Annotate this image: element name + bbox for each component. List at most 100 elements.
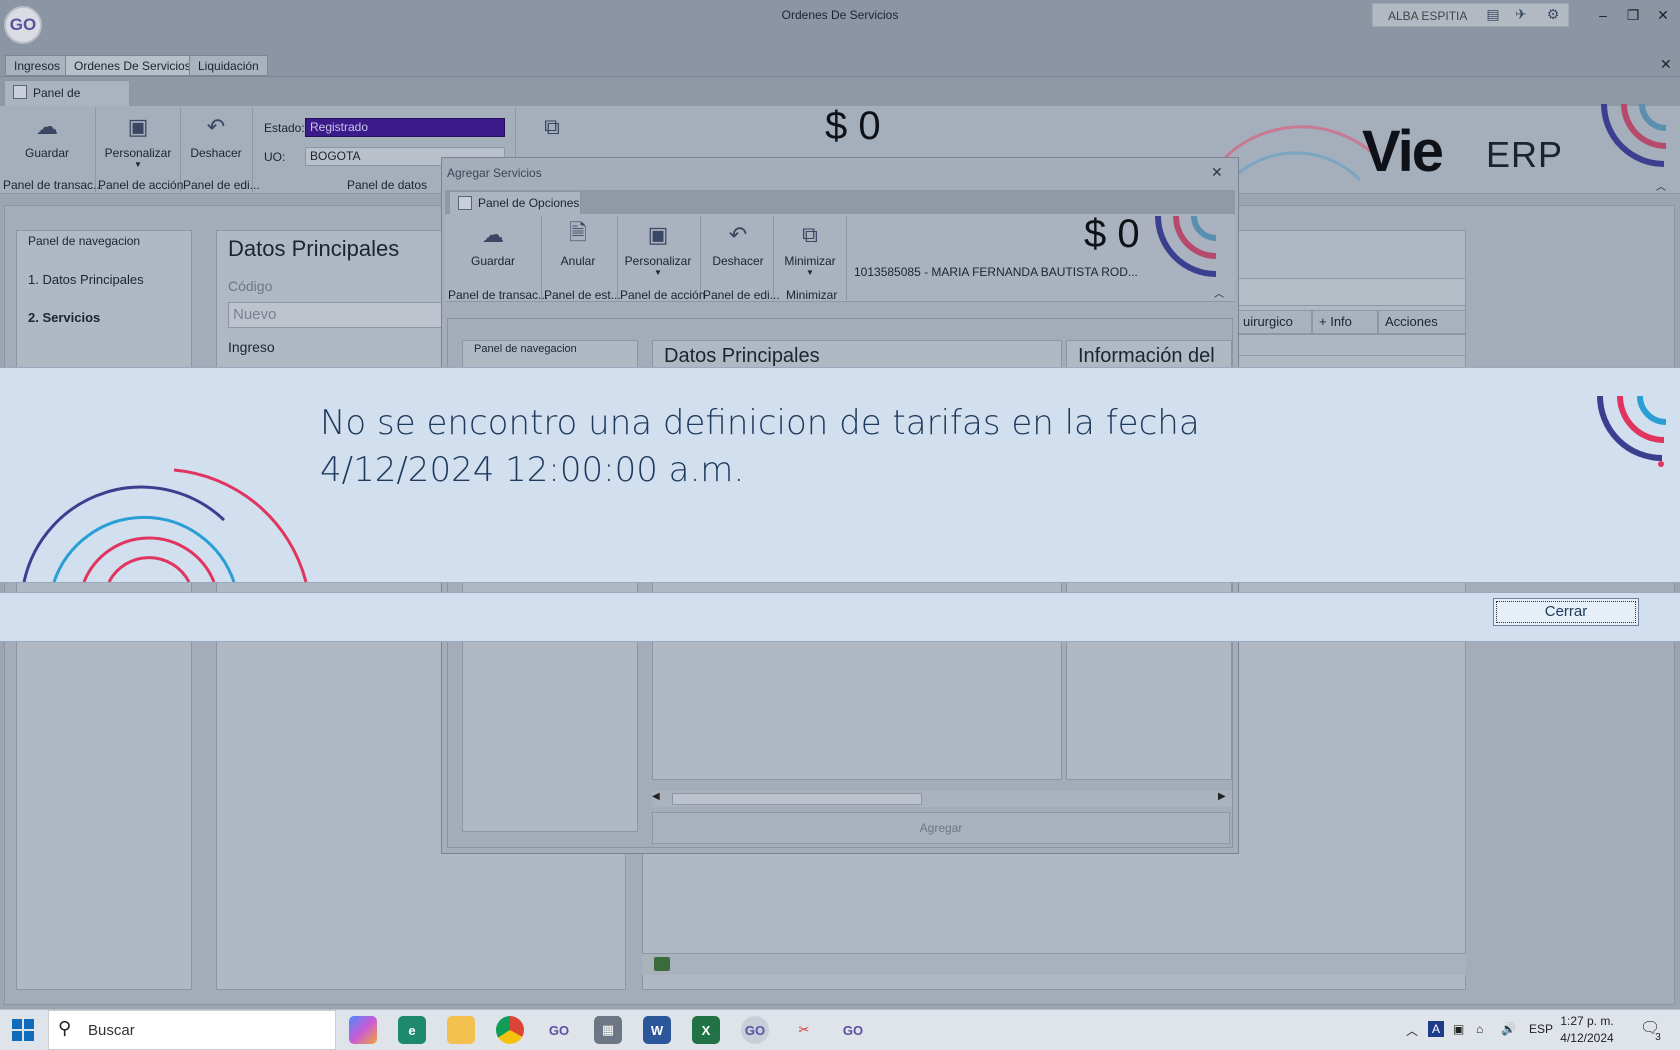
dialog-group-label-edicion: Panel de edi...: [703, 288, 780, 302]
grid-header-acciones[interactable]: Acciones: [1378, 310, 1466, 334]
collapse-ribbon-icon[interactable]: ︿: [1214, 285, 1224, 300]
minimize-panel-icon: ⧉: [544, 114, 560, 139]
input-indicator-icon[interactable]: A: [1428, 1021, 1444, 1037]
dialog-group-label-transac: Panel de transac...: [448, 288, 549, 302]
customize-icon: ▣: [647, 222, 669, 247]
edge-browser-icon[interactable]: e: [398, 1016, 426, 1044]
chevron-down-icon: ▼: [806, 268, 814, 277]
nav-item-datos-principales[interactable]: 1. Datos Principales: [28, 272, 144, 287]
guardar-button[interactable]: ☁ Guardar: [16, 110, 78, 160]
nav-item-servicios[interactable]: 2. Servicios: [28, 310, 100, 325]
dialog-group-label-estado: Panel de est...: [544, 288, 621, 302]
agregar-button[interactable]: Agregar: [652, 812, 1230, 844]
cloud-upload-icon: ☁: [36, 114, 58, 139]
ingreso-label: Ingreso: [228, 339, 275, 355]
network-icon[interactable]: ⌂: [1476, 1022, 1483, 1036]
tab-liquidacion[interactable]: Liquidación: [189, 55, 268, 76]
dialog-group-label-minimizar: Minimizar: [786, 288, 838, 302]
brand-suffix: ERP: [1486, 134, 1564, 175]
close-document-icon[interactable]: ✕: [1660, 56, 1672, 73]
dialog-deshacer-button[interactable]: ↶ Deshacer: [708, 218, 768, 268]
brand-mark-icon: [1155, 216, 1217, 277]
minimizar-button[interactable]: ⧉: [520, 110, 584, 146]
tab-ordenes-de-servicios[interactable]: Ordenes De Servicios: [65, 55, 200, 76]
dialog-minimizar-button[interactable]: ⧉ Minimizar ▼: [778, 218, 842, 277]
dialog-section-title: Datos Principales: [664, 345, 820, 367]
search-placeholder: Buscar: [88, 1022, 135, 1039]
show-hidden-icons[interactable]: ︿: [1406, 1022, 1418, 1039]
word-icon[interactable]: W: [643, 1016, 671, 1044]
message-button-bar: [0, 592, 1680, 642]
dialog-total-amount: $ 0: [1084, 212, 1140, 256]
dialog-info-title: Información del: [1078, 345, 1215, 367]
ribbon-tab-bar: [0, 76, 1680, 106]
patient-info: 1013585085 - MARIA FERNANDA BAUTISTA ROD…: [854, 265, 1138, 279]
excel-export-icon[interactable]: [654, 957, 670, 971]
volume-icon[interactable]: 🔊: [1501, 1022, 1516, 1036]
undo-icon: ↶: [728, 222, 748, 247]
tab-ingresos[interactable]: Ingresos: [5, 55, 70, 76]
total-amount: $ 0: [825, 104, 881, 148]
codigo-label: Código: [228, 278, 273, 294]
copilot-icon[interactable]: [349, 1016, 377, 1044]
codigo-input[interactable]: Nuevo: [228, 302, 448, 328]
collapse-ribbon-icon[interactable]: ︿: [1656, 178, 1666, 193]
language-indicator[interactable]: ESP: [1529, 1022, 1553, 1036]
brand-mark-icon: [1597, 396, 1667, 467]
chevron-down-icon: ▼: [134, 160, 142, 169]
dialog-title: Agregar Servicios: [447, 166, 542, 180]
error-message-text: No se encontro una definicion de tarifas…: [320, 403, 1200, 490]
chrome-icon[interactable]: [496, 1016, 524, 1044]
grid-filter-row[interactable]: [1236, 334, 1466, 356]
calculator-icon[interactable]: ▦: [594, 1016, 622, 1044]
file-explorer-icon[interactable]: [447, 1016, 475, 1044]
grid-header-quirurgico[interactable]: uirurgico: [1236, 310, 1312, 334]
snipping-tool-icon[interactable]: ✂: [790, 1016, 818, 1044]
chevron-down-icon: ▼: [654, 268, 662, 277]
group-label-accion: Panel de acción: [98, 178, 184, 192]
horizontal-scrollbar[interactable]: ◀ ▶: [652, 791, 1232, 807]
meeting-icon[interactable]: ▣: [1453, 1022, 1464, 1036]
dialog-ribbon-tab[interactable]: Panel de Opciones: [449, 191, 581, 215]
estado-field[interactable]: Registrado: [305, 118, 505, 137]
undo-icon: ↶: [206, 114, 226, 139]
personalizar-button[interactable]: ▣ Personalizar ▼: [100, 110, 176, 169]
brand-mark-icon: [1601, 104, 1667, 167]
go-app-icon[interactable]: GO: [545, 1016, 573, 1044]
uo-label: UO:: [264, 150, 286, 164]
dialog-guardar-button[interactable]: ☁ Guardar: [462, 218, 524, 268]
user-name: ALBA ESPITIA: [1388, 9, 1468, 23]
minimize-window-button[interactable]: –: [1592, 5, 1614, 25]
ribbon-tab-panel-de-opciones[interactable]: Panel de Opciones: [4, 80, 130, 124]
search-icon: ⚲: [58, 1018, 72, 1038]
close-window-button[interactable]: ✕: [1652, 5, 1674, 25]
grid-footer: [642, 953, 1466, 975]
dialog-personalizar-button[interactable]: ▣ Personalizar ▼: [622, 218, 694, 277]
excel-icon[interactable]: X: [692, 1016, 720, 1044]
grid-icon[interactable]: ▤: [1484, 5, 1502, 23]
grid-header-info[interactable]: + Info: [1312, 310, 1378, 334]
cerrar-button[interactable]: Cerrar: [1493, 598, 1639, 626]
restore-window-button[interactable]: ❐: [1622, 5, 1644, 25]
scroll-thumb[interactable]: [672, 793, 922, 805]
gear-icon[interactable]: ⚙: [1544, 5, 1562, 23]
brand-logo: Vie: [1362, 119, 1444, 184]
dialog-anular-button[interactable]: 🗎 Anular: [548, 218, 608, 268]
group-label-transac: Panel de transac...: [3, 178, 104, 192]
go-app-active-icon[interactable]: GO: [741, 1016, 769, 1044]
dialog-group-label-accion: Panel de acción: [620, 288, 706, 302]
plane-icon[interactable]: ✈: [1512, 5, 1530, 23]
scroll-left-icon[interactable]: ◀: [652, 791, 660, 802]
panel-icon: [13, 85, 27, 99]
estado-label: Estado:: [264, 121, 305, 135]
windows-start-icon[interactable]: [12, 1019, 34, 1041]
go-app-icon[interactable]: GO: [839, 1016, 867, 1044]
cloud-upload-icon: ☁: [482, 222, 504, 247]
taskbar-clock[interactable]: 1:27 p. m. 4/12/2024: [1555, 1013, 1619, 1047]
deshacer-button[interactable]: ↶ Deshacer: [188, 110, 244, 160]
group-label-edicion: Panel de edi...: [183, 178, 260, 192]
scroll-right-icon[interactable]: ▶: [1218, 791, 1226, 802]
brand-arcs-decoration: [22, 468, 308, 582]
dialog-close-icon[interactable]: ✕: [1211, 164, 1223, 181]
group-label-datos: Panel de datos: [347, 178, 428, 192]
